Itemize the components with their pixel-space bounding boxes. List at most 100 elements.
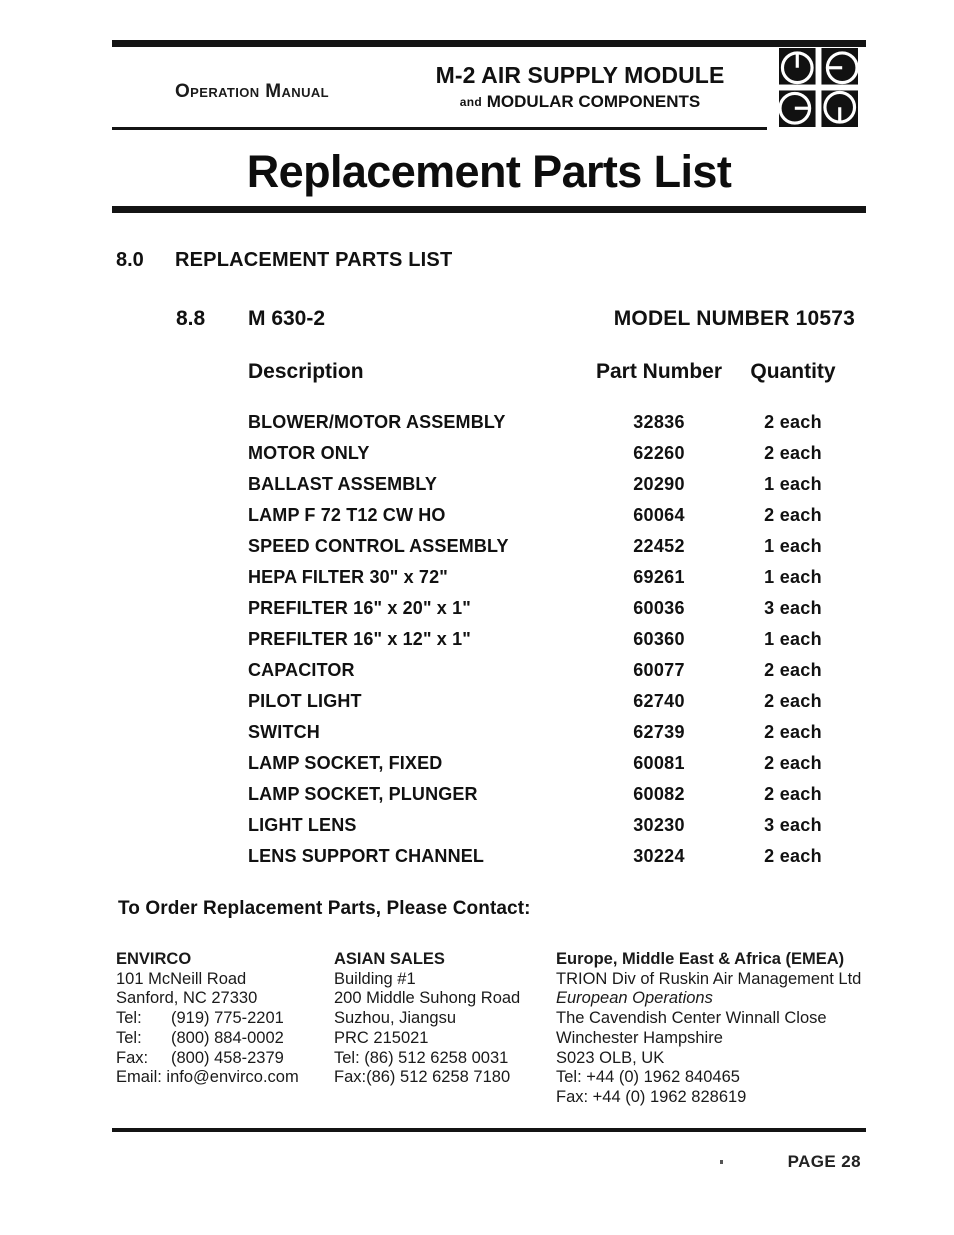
contact-line-label: Tel:	[116, 1009, 142, 1028]
contact-line: 101 McNeill Road	[116, 969, 247, 988]
part-number: 60036	[633, 598, 685, 618]
contact-org-name: Europe, Middle East & Africa (EMEA)	[556, 950, 845, 968]
part-number: 60360	[633, 629, 685, 649]
subsection-number: 8.8	[176, 307, 206, 330]
operation-manual-label: Operation Manual	[175, 81, 329, 102]
table-row: BLOWER/MOTOR ASSEMBLY 32836 2 each	[248, 412, 854, 443]
section-number: 8.0	[116, 249, 144, 271]
column-header-quantity: Quantity	[750, 360, 836, 383]
part-number: 60064	[633, 505, 685, 525]
page-number: PAGE 28	[787, 1152, 861, 1171]
table-row: SWITCH 62739 2 each	[248, 722, 854, 753]
product-title-line1: M-2 AIR SUPPLY MODULE	[435, 62, 725, 88]
contact-line: Email: info@envirco.com	[116, 1068, 299, 1087]
part-description: LAMP F 72 T12 CW HO	[248, 505, 446, 525]
part-number: 62260	[633, 443, 685, 463]
part-quantity: 2 each	[764, 691, 822, 711]
contact-line-value: (800) 458-2379	[171, 1048, 284, 1067]
part-number: 62740	[633, 691, 685, 711]
table-body: BLOWER/MOTOR ASSEMBLY 32836 2 each MOTOR ON…	[248, 412, 854, 877]
envirco-logo-icon	[779, 48, 858, 127]
contact-line: Winchester Hampshire	[556, 1028, 723, 1047]
contact-line: The Cavendish Center Winnall Close	[556, 1009, 827, 1028]
part-description: CAPACITOR	[248, 660, 355, 680]
part-number: 62739	[633, 722, 685, 742]
contact-org-name: ENVIRCO	[116, 950, 192, 968]
contact-line: Suzhou, Jiangsu	[334, 1009, 457, 1028]
part-quantity: 3 each	[764, 598, 822, 618]
contact-line: Building #1	[334, 969, 416, 988]
page-title: Replacement Parts List	[246, 146, 732, 197]
part-description: HEPA FILTER 30" x 72"	[248, 567, 448, 587]
table-header-row: Description Part Number Quantity	[248, 360, 854, 412]
contact-line-value: (919) 775-2201	[171, 1009, 284, 1028]
part-quantity: 2 each	[764, 722, 822, 742]
contact-line-label: Tel:	[116, 1028, 142, 1047]
table-row: PREFILTER 16" x 12" x 1" 60360 1 each	[248, 629, 854, 660]
part-description: BLOWER/MOTOR ASSEMBLY	[248, 412, 506, 432]
contact-heading: To Order Replacement Parts, Please Conta…	[118, 898, 531, 919]
part-quantity: 2 each	[764, 443, 822, 463]
table-row: CAPACITOR 60077 2 each	[248, 660, 854, 691]
part-description: SPEED CONTROL ASSEMBLY	[248, 536, 509, 556]
table-row: PREFILTER 16" x 20" x 1" 60036 3 each	[248, 598, 854, 629]
part-quantity: 1 each	[764, 629, 822, 649]
product-title-modular-components: MODULAR COMPONENTS	[486, 92, 701, 111]
part-description: PILOT LIGHT	[248, 691, 362, 711]
contact-line: PRC 215021	[334, 1028, 429, 1047]
table-row: MOTOR ONLY 62260 2 each	[248, 443, 854, 474]
part-quantity: 1 each	[764, 474, 822, 494]
part-number: 32836	[633, 412, 685, 432]
part-quantity: 1 each	[764, 536, 822, 556]
contact-line: Tel: +44 (0) 1962 840465	[556, 1068, 740, 1087]
table-row: LAMP SOCKET, PLUNGER 60082 2 each	[248, 784, 854, 815]
contact-line: European Operations	[556, 989, 713, 1008]
contact-line: 200 Middle Suhong Road	[334, 989, 521, 1008]
part-quantity: 3 each	[764, 815, 822, 835]
contact-line: Tel: (800) 884-0002	[116, 1029, 346, 1049]
table-row: LIGHT LENS 30230 3 each	[248, 815, 854, 846]
part-description: MOTOR ONLY	[248, 443, 370, 463]
contact-line: Fax: (800) 458-2379	[116, 1049, 346, 1069]
table-row: LAMP SOCKET, FIXED 60081 2 each	[248, 753, 854, 784]
table-row: LENS SUPPORT CHANNEL 30224 2 each	[248, 846, 854, 877]
contact-column: ASIAN SALES Building #1 200 Middle Suhong …	[334, 950, 564, 1088]
envirco-logo-svg	[779, 48, 858, 127]
part-quantity: 2 each	[764, 846, 822, 866]
part-description: PREFILTER 16" x 20" x 1"	[248, 598, 471, 618]
part-description: BALLAST ASSEMBLY	[248, 474, 438, 494]
contact-line: Tel: (86) 512 6258 0031	[334, 1048, 509, 1067]
part-description: LIGHT LENS	[248, 815, 357, 835]
part-quantity: 2 each	[764, 753, 822, 773]
part-quantity: 2 each	[764, 660, 822, 680]
contact-column: ENVIRCO 101 McNeill Road Sanford, NC 27330…	[116, 950, 346, 1088]
contact-line: Fax:(86) 512 6258 7180	[334, 1068, 511, 1087]
product-title-line2: and MODULAR COMPONENTS	[400, 92, 760, 112]
section-title: REPLACEMENT PARTS LIST	[175, 249, 453, 271]
part-number: 22452	[633, 536, 685, 556]
part-description: PREFILTER 16" x 12" x 1"	[248, 629, 471, 649]
table-row: PILOT LIGHT 62740 2 each	[248, 691, 854, 722]
product-title-and: and	[459, 95, 483, 109]
part-number: 30230	[633, 815, 685, 835]
title-underline-rule	[112, 206, 866, 213]
footer-rule	[112, 1128, 866, 1132]
table-row: LAMP F 72 T12 CW HO 60064 2 each	[248, 505, 854, 536]
header-top-rule	[112, 40, 866, 47]
part-quantity: 2 each	[764, 505, 822, 525]
contact-line-label: Fax:	[116, 1048, 149, 1067]
part-description: LAMP SOCKET, PLUNGER	[248, 784, 478, 804]
contact-org-name: ASIAN SALES	[334, 950, 445, 968]
column-header-part-number: Part Number	[595, 360, 723, 383]
table-head: Description Part Number Quantity	[248, 360, 854, 412]
part-description: LAMP SOCKET, FIXED	[248, 753, 443, 773]
contact-line: Tel: (919) 775-2201	[116, 1009, 346, 1029]
header-bottom-rule	[112, 127, 767, 130]
contact-line: Sanford, NC 27330	[116, 989, 258, 1008]
table-row: SPEED CONTROL ASSEMBLY 22452 1 each	[248, 536, 854, 567]
column-header-description: Description	[248, 360, 364, 383]
table-row: BALLAST ASSEMBLY 20290 1 each	[248, 474, 854, 505]
subsection-title: M 630-2	[248, 307, 326, 330]
contact-line-value: (800) 884-0002	[171, 1028, 284, 1047]
part-quantity: 1 each	[764, 567, 822, 587]
